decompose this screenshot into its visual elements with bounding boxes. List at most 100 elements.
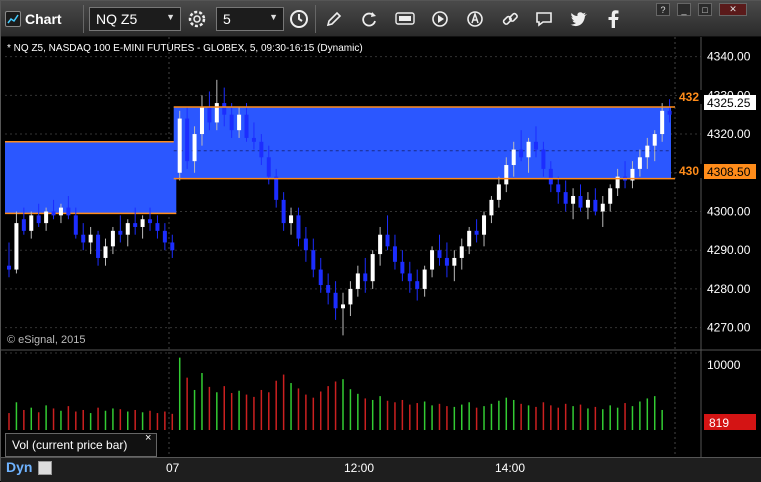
candle-body <box>637 157 642 169</box>
interval-value: 5 <box>223 11 231 27</box>
price-tick-label: 4290.00 <box>707 243 751 257</box>
alert-icon[interactable] <box>462 7 488 31</box>
candle[interactable] <box>177 110 182 181</box>
price-tick-label: 4270.00 <box>707 321 751 335</box>
price-tick-label: 4320.00 <box>707 127 751 141</box>
candle-body <box>222 103 227 115</box>
candle-body <box>14 223 19 270</box>
volume-marker: 819 <box>709 416 729 430</box>
maximize-icon: □ <box>702 4 708 15</box>
chart-app-icon <box>5 11 21 27</box>
window-title-text: Chart <box>25 11 62 27</box>
dynamic-mode-label[interactable]: Dyn <box>6 459 32 475</box>
candle-body <box>318 269 323 286</box>
get-data-icon[interactable] <box>392 7 418 31</box>
candle-body <box>88 234 93 243</box>
candle-body <box>548 168 553 185</box>
candle-body <box>541 149 546 169</box>
candle-body <box>437 250 442 258</box>
candle-body <box>430 250 435 270</box>
minimize-icon: _ <box>681 4 687 15</box>
twitter-icon[interactable] <box>566 7 592 31</box>
symbol-input[interactable]: NQ Z5 ▼ <box>89 7 181 31</box>
close-button[interactable]: ✕ <box>719 3 747 16</box>
candle-body <box>600 203 605 212</box>
candle-body <box>133 223 138 227</box>
candle-body <box>162 230 167 243</box>
candle-body <box>504 165 509 185</box>
candle-body <box>667 110 672 115</box>
candle-body <box>333 292 338 309</box>
refresh-icon[interactable] <box>356 7 382 31</box>
candle-body <box>296 215 301 239</box>
candle-body <box>482 215 487 235</box>
lock-icon[interactable] <box>38 461 52 475</box>
candle-body <box>519 149 524 158</box>
time-tick-label: 07 <box>166 461 180 475</box>
candle-body <box>608 188 613 204</box>
chart-area[interactable]: 4340.004330.004320.004310.004300.004290.… <box>1 37 761 457</box>
link-icon[interactable] <box>497 7 523 31</box>
toolbar-divider <box>315 5 316 33</box>
candle-body <box>58 207 63 216</box>
candle-body <box>66 207 71 216</box>
candle-body <box>73 215 78 235</box>
candle-body <box>266 157 271 177</box>
candle-body <box>303 238 308 251</box>
candle-body <box>140 219 145 227</box>
bottom-level-marker: 4308.50 <box>707 165 751 179</box>
candle-body <box>563 192 568 204</box>
candle-body <box>29 215 34 231</box>
chevron-down-icon[interactable]: ▼ <box>166 12 175 22</box>
volume-study-label: Vol (current price bar) <box>12 438 128 452</box>
copyright-text: © eSignal, 2015 <box>7 334 85 346</box>
candle-body <box>348 288 353 305</box>
time-tick-label: 12:00 <box>344 461 375 475</box>
candle-body <box>125 223 130 235</box>
candle-body <box>21 219 26 231</box>
candle-body <box>229 114 234 131</box>
candle-body <box>415 281 420 289</box>
toolbar-divider <box>83 5 84 33</box>
minimize-button[interactable]: _ <box>677 3 691 16</box>
candle-body <box>444 257 449 266</box>
interval-input[interactable]: 5 ▼ <box>216 7 284 31</box>
draw-pencil-icon[interactable] <box>321 7 347 31</box>
play-icon[interactable] <box>427 7 453 31</box>
chevron-down-icon[interactable]: ▼ <box>269 12 278 22</box>
candle-body <box>467 230 472 247</box>
volume-axis-label: 10000 <box>707 358 741 372</box>
candle-body <box>289 215 294 224</box>
settings-gear-icon[interactable] <box>184 7 210 31</box>
candle-body <box>556 184 561 193</box>
candle-body <box>44 211 49 224</box>
candle-body <box>585 199 590 208</box>
candle-body <box>652 134 657 146</box>
candle-body <box>392 246 397 262</box>
candle-body <box>660 110 665 135</box>
candle-body <box>155 223 160 231</box>
volume-study-tab[interactable]: Vol (current price bar) <box>5 433 157 457</box>
candle-body <box>452 257 457 266</box>
candle-body <box>526 141 531 158</box>
time-axis-bar[interactable] <box>1 457 761 482</box>
help-button[interactable]: ? <box>656 3 670 16</box>
bottom-level-marker-left: 430 <box>679 164 699 178</box>
maximize-button[interactable]: □ <box>698 3 712 16</box>
candle-body <box>207 106 212 123</box>
facebook-icon[interactable] <box>600 7 626 31</box>
candle-body <box>244 114 249 138</box>
candle-body <box>474 230 479 235</box>
close-study-icon[interactable]: × <box>145 432 151 444</box>
candle-body <box>645 145 650 158</box>
candle-body <box>51 211 56 216</box>
candle-body <box>185 118 190 162</box>
candle-body <box>511 149 516 166</box>
candle-body <box>363 273 368 282</box>
chat-icon[interactable] <box>531 7 557 31</box>
clock-icon[interactable] <box>286 7 312 31</box>
candle-body <box>7 265 11 270</box>
candle-body <box>422 269 427 289</box>
candle-body <box>407 273 412 282</box>
price-tick-label: 4300.00 <box>707 204 751 218</box>
